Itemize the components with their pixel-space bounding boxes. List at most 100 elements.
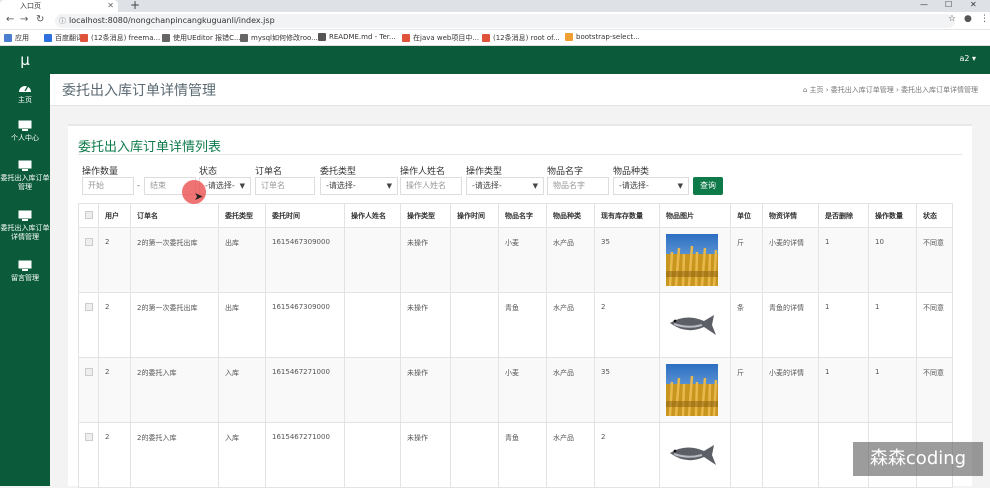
cell-order: 2的委托入库 [130,422,219,488]
bookmark-label: README.md - Ter... [329,33,396,41]
table-row[interactable]: 2 2的第一次委托出库 出库 1615467309000 未操作 青鱼 水产品 2 条青鱼的详情… [78,292,953,358]
cell-op-time [450,422,499,488]
bookmark-item[interactable]: 百度翻译 [44,33,83,43]
close-window-icon[interactable]: ✕ [970,0,977,9]
column-header: 是否删除 [818,203,869,228]
bookmark-item[interactable]: mysql如何修改roo... [240,33,318,43]
sidebar-item-profile[interactable]: 个人中心 [0,120,50,143]
page-title: 委托出入库订单详情管理 [62,83,216,99]
details-table: 用户 订单名 委托类型 委托时间 操作人姓名 操作类型 操作时间 物品名字 物品种类 现有库存数量… [78,203,953,488]
row-checkbox[interactable] [85,368,93,376]
info-icon[interactable]: ⓘ [59,14,66,28]
row-select-cell[interactable] [78,357,99,423]
maximize-icon[interactable]: ☐ [945,0,952,9]
bookmark-icon [80,34,88,42]
cell-detail: 青鱼的详情 [762,292,819,358]
watermark: 森森coding [853,442,983,476]
back-icon[interactable]: ← [6,14,14,25]
op-type-select[interactable]: -请选择- ▼ [466,177,544,195]
search-button[interactable]: 查询 [693,177,723,195]
new-tab-icon[interactable]: + [130,0,140,12]
qty-start-input[interactable]: 开始 [82,177,134,195]
sidebar-item-messages[interactable]: 留言管理 [0,260,50,283]
entrust-type-select[interactable]: -请选择- ▼ [320,177,398,195]
address-bar: ← → ↻ ⓘ localhost:8080/nongchanpincangku… [0,12,990,30]
cell-detail: 小麦的详情 [762,357,819,423]
wheat-image [666,364,718,417]
goods-kind-select[interactable]: -请选择- ▼ [613,177,689,195]
forward-icon[interactable]: → [20,14,28,25]
select-all-cell[interactable] [78,203,99,228]
cell-status: 不同意 [916,227,953,293]
bookmark-item[interactable]: 使用UEditor 报错C... [162,33,241,43]
column-header: 操作数量 [868,203,917,228]
minimize-icon[interactable]: — [920,0,928,9]
table-row[interactable]: 2 2的委托入库 入库 1615467271000 未操作 青鱼 水产品 2 [78,422,953,488]
sidebar-item-orders[interactable]: 委托出入库订单管理 [0,160,50,192]
op-type-label: 操作类型 [466,167,503,177]
cell-unit: 斤 [730,227,763,293]
cell-kind: 水产品 [546,422,595,488]
cell-unit: 斤 [730,357,763,423]
column-header: 物资详情 [762,203,819,228]
sidebar-item-home[interactable]: 主页 [0,82,50,105]
brand-logo[interactable]: μ [0,46,50,74]
cell-time: 1615467309000 [265,227,345,293]
order-name-input[interactable]: 订单名 [255,177,315,195]
bookmark-icon [565,33,573,41]
profile-icon[interactable]: ● [964,14,972,24]
breadcrumb[interactable]: ⌂ 主页 › 委托出入库订单管理 › 委托出入库订单详情管理 [803,85,978,95]
select-all-checkbox[interactable] [85,210,93,219]
fish-image [670,315,716,335]
cell-op-time [450,292,499,358]
row-checkbox[interactable] [85,303,93,311]
row-select-cell[interactable] [78,292,99,358]
cell-goods: 小麦 [498,227,547,293]
cell-operator [344,292,401,358]
cell-deleted: 1 [818,292,869,358]
column-header: 操作时间 [450,203,499,228]
cell-operator [344,357,401,423]
tab-close-icon[interactable]: ✕ [107,0,114,12]
url-input[interactable]: ⓘ localhost:8080/nongchanpincangkuguanli… [55,14,955,28]
sidebar-item-label: 留言管理 [11,274,39,282]
table-row[interactable]: 2 2的委托入库 入库 1615467271000 未操作 小麦 水产品 35 斤小麦的详情 1 1… [78,357,953,423]
cell-user: 2 [98,292,131,358]
status-select-value: -请选择- [205,181,235,190]
operator-input[interactable]: 操作人姓名 [400,177,462,195]
bookmark-item[interactable]: (12条消息) root of... [482,33,560,43]
cursor-icon: ➤ [194,190,204,203]
row-checkbox[interactable] [85,433,93,441]
row-select-cell[interactable] [78,227,99,293]
table-row[interactable]: 2 2的第一次委托出库 出库 1615467309000 未操作 小麦 水产品 35 斤小麦的详… [78,227,953,293]
goods-name-input[interactable]: 物品名字 [547,177,609,195]
column-header: 物品图片 [659,203,731,228]
row-checkbox[interactable] [85,238,93,246]
bookmark-item[interactable]: (12条消息) freema... [80,33,160,43]
entrust-type-value: -请选择- [326,181,356,190]
goods-image-cell [659,292,731,358]
user-menu[interactable]: a2 ▾ [959,54,976,63]
cell-type: 入库 [218,422,266,488]
row-select-cell[interactable] [78,422,99,488]
cell-user: 2 [98,357,131,423]
reload-icon[interactable]: ↻ [36,14,44,25]
cell-stock: 35 [594,357,660,423]
cell-qty: 1 [868,292,917,358]
menu-icon[interactable]: ⋮ [980,14,989,24]
wheat-image [666,234,718,287]
browser-tab[interactable]: 入口页 ✕ [0,0,118,12]
bookmark-label: (12条消息) freema... [91,34,161,42]
cell-deleted: 1 [818,227,869,293]
cell-op-type: 未操作 [400,292,451,358]
bookmark-item[interactable]: 应用 [4,33,29,43]
main-content: 委托出入库订单详情管理 ⌂ 主页 › 委托出入库订单管理 › 委托出入库订单详情… [50,74,990,488]
sidebar-item-label: 主页 [18,96,32,104]
bookmark-item[interactable]: README.md - Ter... [318,33,396,41]
status-select[interactable]: -请选择- ▼ [199,177,251,195]
page-header: 委托出入库订单详情管理 ⌂ 主页 › 委托出入库订单管理 › 委托出入库订单详情… [50,74,990,106]
bookmark-item[interactable]: 在java web项目中... [402,33,479,43]
sidebar-item-order-details[interactable]: 委托出入库订单详情管理 [0,210,50,242]
star-icon[interactable]: ☆ [948,14,956,24]
bookmark-item[interactable]: bootstrap-select... [565,33,640,41]
